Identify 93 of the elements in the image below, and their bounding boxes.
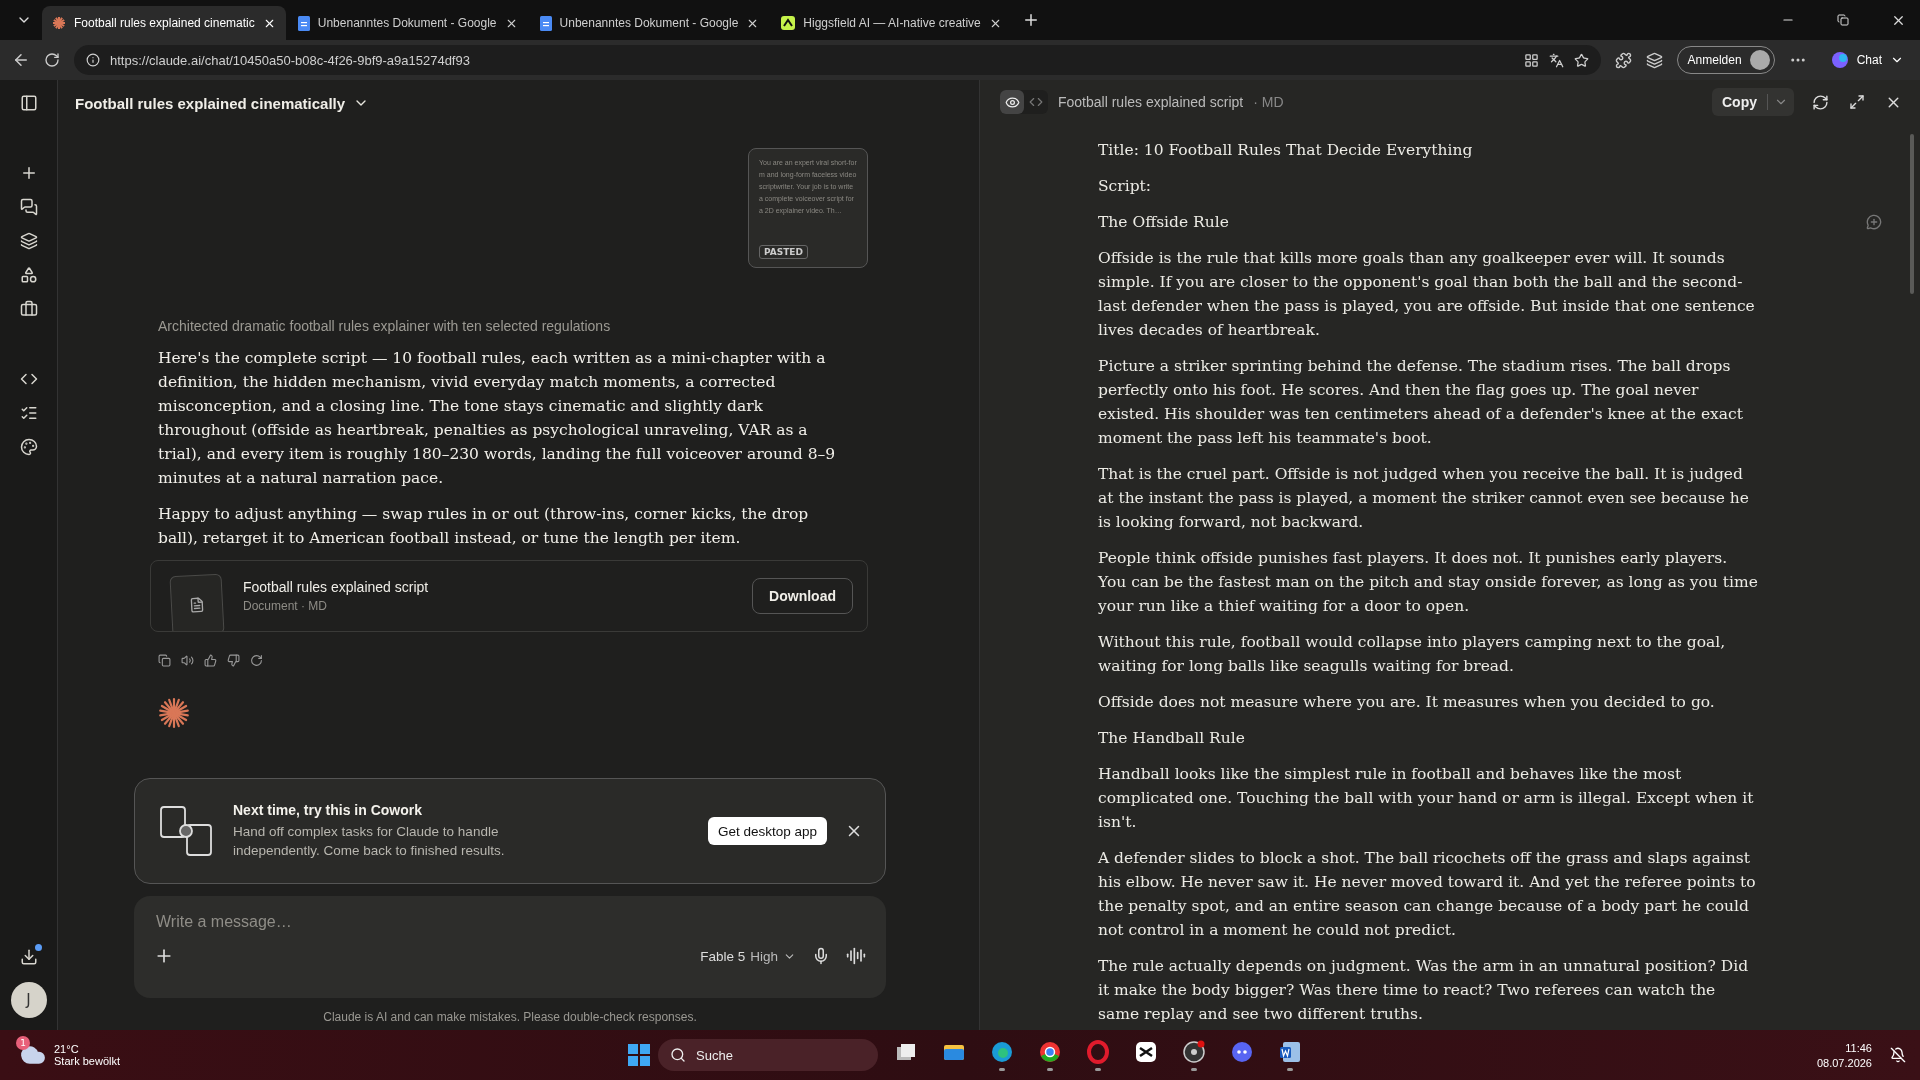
preview-toggle[interactable] [1000,90,1024,114]
document-icon [539,15,552,31]
format-label: · MD [1253,94,1284,110]
word-document-icon[interactable] [1278,1039,1302,1064]
download-icon[interactable] [19,948,38,966]
scrollbar-thumb[interactable] [1910,134,1914,294]
model-selector[interactable]: Fable 5 High [700,948,796,964]
thinking-summary[interactable]: Architected dramatic football rules explainer with ten selected regulations [158,318,868,334]
palette-icon[interactable] [19,438,38,456]
response-paragraph: Here's the complete script — 10 football rules, each written as a mini-chapter with a definition, the hidden mechanism, vivid everyday match moments, a corrected misconception, and a closing line. The tone stays cinematic and slightly dark throughout (offside as heartbreak, penalties as psychological unraveling, VAR as a trial), and every item is roughly 180–230 words, landing the full voiceover around 8–9 minutes at a natural narration pace. [158,348,837,489]
collections-icon[interactable] [1645,51,1663,69]
asterisk-icon [52,16,66,30]
taskbar-search[interactable]: Suche [658,1039,878,1071]
notification-dot [34,944,42,951]
browser-tab[interactable]: Football rules explained cinematic [42,6,286,40]
circle-logo-icon[interactable] [1038,1039,1062,1064]
script-text: Picture a striker sprinting behind the defense. The stadium rises. The ball drops perfectly onto his foot. He scores. And then the flag goes up. The goal never existed. His shoulder was ten centimeters ahead of a defender's knee at the exact moment the pass left his teammate's boot. [1098,356,1744,449]
restore-icon[interactable] [1837,14,1849,26]
message-input[interactable]: Write a message… [154,912,866,932]
script-text: That is the cruel part. Offside is not judged when you receive the ball. It is judged at the instant the pass is played, a moment the striker cannot even see because he is looking forward, not backward. [1098,464,1750,533]
address-bar[interactable]: https://claude.ai/chat/10450a50-b08c-4f26-9bf9-a9a15274df93 [74,45,1601,75]
clock-time: 11:46 [1845,1041,1872,1054]
script-text: Handball looks like the simplest rule in football and behaves like the most complicated one. Touching the ball with your hand or arm is illegal. Except when it isn't. [1098,764,1755,833]
cowork-title: Next time, try this in Cowork [233,802,424,818]
speaker-icon[interactable] [181,654,194,667]
script-text: Without this rule, football would collapse into players camping next to the goal, waiting for long balls like seagulls waiting for bread. [1098,632,1727,677]
browser-tab[interactable]: Unbenanntes Dokument - Google [287,6,528,40]
script-text: The Offside Rule [1098,212,1230,233]
windows-logo-icon[interactable] [628,1044,650,1066]
record-logo-icon[interactable] [1182,1039,1206,1064]
add-comment-icon[interactable] [1866,214,1882,230]
url-text: https://claude.ai/chat/10450a50-b08c-4f26-9bf9-a9a15274df93 [110,52,470,68]
script-text: A defender slides to block a shot. The ball ricochets off the grass and slaps against his elbow. He never saw it. He never moved toward it. And yet the referee points to the penalty spot, and an entire season can change because of a body part he could not control in a moment he could not predict. [1098,848,1757,941]
star-icon[interactable] [1573,52,1589,68]
translate-icon[interactable] [1548,52,1564,68]
document-thumbnail [169,573,225,631]
script-text: Script: [1098,176,1153,197]
chat-button[interactable]: Chat [1820,46,1908,74]
code-icon [1029,95,1043,109]
cowork-description: Hand off complex tasks for Claude to handle independently. Come back to finished results. [233,823,506,860]
get-desktop-app-button[interactable]: Get desktop app [707,817,827,845]
expand-icon[interactable] [1849,94,1865,110]
voice-mode-icon[interactable] [846,946,866,966]
checklist-icon[interactable] [19,404,38,422]
copy-button[interactable]: Copy [1712,94,1768,110]
sidebar-toggle-icon[interactable] [19,94,38,112]
search-icon [670,1047,686,1063]
script-text: Title: 10 Football Rules That Decide Everything [1098,140,1474,161]
grid-icon[interactable] [1523,52,1539,68]
back-icon[interactable] [12,51,30,69]
artifact-panel-title: Football rules explained script [1058,94,1244,110]
script-text: Offside does not measure where you are. It measures when you decided to go. [1098,692,1716,713]
script-text: Offside is the rule that kills more goals than any goalkeeper ever will. It sounds simple. If you are closer to the opponent's goal than both the ball and the second-last defender when the pass is played, you are offside. But inside that one sentence lives decades of heartbreak. [1098,248,1756,341]
artifact-card[interactable]: Football rules explained script Document · MD Download [150,560,868,632]
thumbs-down-icon[interactable] [227,654,240,667]
extensions-icon[interactable] [1614,51,1632,69]
artifact-meta: Document · MD [243,599,329,613]
pasted-label: PASTED [759,245,808,259]
asterisk-icon [158,697,190,729]
retry-icon[interactable] [250,654,263,667]
artifact-title: Football rules explained script [243,579,430,595]
notification-badge: 1 [16,1036,30,1050]
logo-icon [1830,51,1849,69]
microphone-icon[interactable] [812,947,830,965]
scissors-logo-icon[interactable] [1134,1039,1158,1064]
ring-logo-icon[interactable] [1086,1039,1110,1064]
temperature: 21°C [54,1043,80,1055]
notifications-icon[interactable] [1890,1047,1906,1063]
document-icon [297,15,310,31]
chats-icon[interactable] [19,198,38,216]
avatar-icon [1749,50,1770,70]
eye-icon [1004,94,1020,110]
script-text: People think offside punishes fast players. It does not. It punishes early players. You can be the fastest man on the pitch and stay onside forever, as long as you time your run like a thief waiting for a door to open. [1098,548,1758,617]
copy-icon[interactable] [158,654,171,667]
disclaimer-text: Claude is AI and can make mistakes. Please double-check responses. [322,1010,698,1024]
weather-condition: Stark bewölkt [54,1055,121,1067]
clock-date: 08.07.2026 [1816,1056,1872,1069]
script-text: The rule actually depends on judgment. Was the arm in an unnatural position? Did it make the body bigger? Was there time to react? Two referees can watch the same replay and see two different truths. [1098,956,1750,1025]
download-button[interactable]: Download [752,578,853,614]
refresh-icon[interactable] [1812,93,1829,111]
response-paragraph: Happy to adjust anything — swap rules in or out (throw-ins, corner kicks, the drop ball), retarget it to American football instead, or tune the length per item. [158,504,810,549]
reload-icon[interactable] [44,52,60,68]
script-text: The Handball Rule [1098,728,1246,749]
user-avatar[interactable]: J [10,982,47,1018]
projects-icon[interactable] [19,232,38,250]
briefcase-icon[interactable] [19,300,38,318]
browser-tab[interactable]: Unbenanntes Dokument - Google [529,6,770,40]
info-icon[interactable] [86,53,100,67]
logo-icon [781,16,796,30]
chat-title[interactable]: Football rules explained cinematically [75,94,346,112]
shapes-icon[interactable] [19,266,38,284]
browser-tab[interactable]: Higgsfield AI — AI-native creative [771,6,1012,40]
thumbs-up-icon[interactable] [204,654,217,667]
